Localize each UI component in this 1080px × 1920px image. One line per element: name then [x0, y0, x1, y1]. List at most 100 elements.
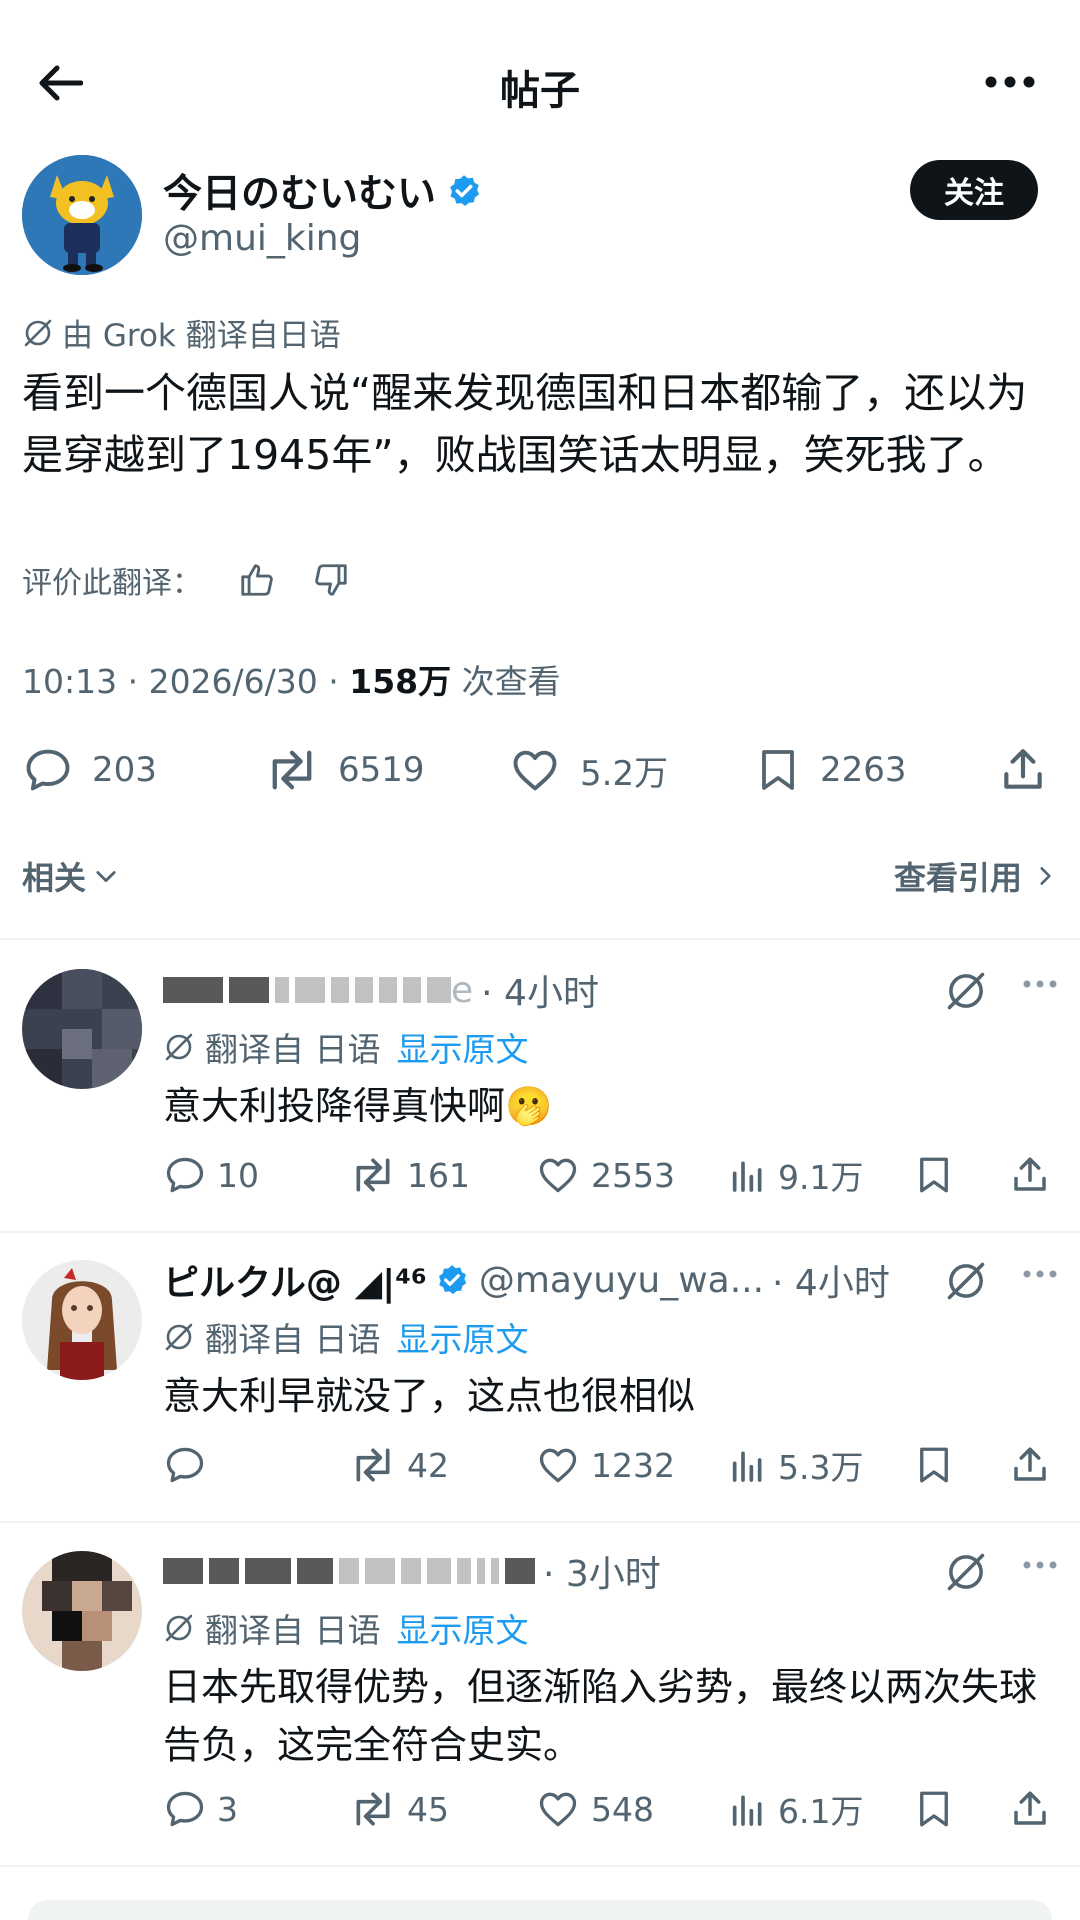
view-quotes-link[interactable]: 查看引用 — [894, 853, 1058, 899]
reply-composer[interactable] — [28, 1900, 1052, 1920]
bookmark-icon — [762, 750, 794, 790]
more-horizontal-icon[interactable] — [1022, 1560, 1058, 1570]
chevron-right-icon — [1040, 867, 1051, 885]
share-icon — [1014, 1791, 1046, 1825]
reply-text: 意大利早就没了，这点也很相似 — [163, 1374, 696, 1418]
post-action-bar: 203 6519 5.2万 2263 — [22, 740, 1058, 800]
like-button[interactable]: 5.2万 — [508, 740, 668, 800]
follow-button[interactable]: 关注 — [910, 160, 1038, 220]
avatar-illustration — [22, 155, 142, 275]
heart-icon — [539, 1792, 577, 1827]
repost-button[interactable]: 6519 — [264, 740, 425, 800]
reply-header: e · 4小时 — [163, 965, 923, 1015]
reply-time: · 3小时 — [543, 1554, 661, 1595]
show-original-link[interactable]: 显示原文 — [397, 1023, 529, 1071]
reply-handle-suffix: e — [451, 969, 474, 1011]
reply-translation-note: 翻译自 日语 显示原文 — [163, 1313, 529, 1361]
bookmark-icon — [920, 1791, 948, 1827]
share-icon — [1014, 1157, 1046, 1191]
bar-chart-icon — [732, 1795, 762, 1826]
divider — [0, 1521, 1080, 1523]
rate-translation-row: 评价此翻译： — [22, 558, 350, 602]
grok-icon[interactable] — [944, 1259, 988, 1303]
bookmark-button[interactable] — [913, 1150, 955, 1200]
author-avatar[interactable] — [22, 155, 142, 275]
repost-icon — [356, 1792, 390, 1826]
reply-translation-note: 翻译自 日语 显示原文 — [163, 1604, 529, 1652]
more-horizontal-icon[interactable] — [1022, 1269, 1058, 1279]
reply-button[interactable]: 10 — [163, 1150, 259, 1200]
grok-icon — [165, 1614, 193, 1642]
thumbs-up-icon[interactable] — [238, 561, 276, 599]
repost-button[interactable]: 45 — [349, 1784, 449, 1834]
views-button[interactable]: 6.1万 — [728, 1784, 863, 1834]
reply-icon — [166, 1791, 204, 1827]
author-name[interactable]: 今日のむいむい — [163, 163, 436, 219]
views-button[interactable]: 9.1万 — [728, 1150, 863, 1200]
author-handle[interactable]: @mui_king — [163, 218, 361, 259]
bookmark-button[interactable]: 2263 — [754, 740, 907, 800]
show-original-link[interactable]: 显示原文 — [397, 1604, 529, 1652]
share-button[interactable] — [1009, 1784, 1051, 1834]
reply-item[interactable]: e · 4小时 翻译自 日语 显示原文 意大利投降得真快啊🫢 10 161 25… — [0, 965, 1080, 1225]
verified-badge-icon — [438, 1265, 466, 1295]
reply-avatar[interactable] — [22, 1260, 142, 1380]
thumbs-down-icon[interactable] — [312, 561, 350, 599]
repost-button[interactable]: 42 — [349, 1440, 449, 1490]
view-label: 次查看 — [451, 662, 561, 701]
reply-avatar[interactable] — [22, 969, 142, 1089]
grok-icon[interactable] — [944, 969, 988, 1013]
anime-girl-avatar — [22, 1260, 142, 1380]
divider — [0, 1865, 1080, 1867]
views-button[interactable]: 5.3万 — [728, 1440, 863, 1490]
post-timestamp: 10:13 · 2026/6/30 · — [22, 662, 350, 701]
bookmark-button[interactable] — [913, 1440, 955, 1490]
grok-icon — [165, 1323, 193, 1351]
views-count: 5.3万 — [778, 1448, 864, 1487]
reply-button[interactable]: 203 — [22, 740, 157, 800]
more-options-button[interactable] — [980, 60, 1040, 104]
share-button[interactable] — [1009, 1440, 1051, 1490]
author-name-row[interactable]: 今日のむいむい — [163, 163, 482, 219]
bar-chart-icon — [732, 1161, 762, 1192]
reply-time: · 4小时 — [481, 973, 599, 1014]
reply-handle[interactable]: @mayuyu_wa... — [479, 1260, 764, 1301]
pixelated-avatar — [22, 1551, 142, 1671]
more-horizontal-icon[interactable] — [1022, 979, 1058, 989]
repost-icon — [272, 750, 312, 790]
post-meta: 10:13 · 2026/6/30 · 158万 次查看 — [22, 655, 561, 703]
reply-button[interactable]: 3 — [163, 1784, 238, 1834]
bookmark-button[interactable] — [913, 1784, 955, 1834]
reply-item[interactable]: · 3小时 翻译自 日语 显示原文 日本先取得优势，但逐渐陷入劣势，最终以两次失… — [0, 1546, 1080, 1876]
related-label: 相关 — [22, 859, 87, 897]
bookmark-icon — [920, 1157, 948, 1193]
reply-button[interactable] — [163, 1440, 217, 1490]
reply-count: 10 — [217, 1155, 259, 1195]
bookmark-count: 2263 — [820, 750, 907, 790]
reply-count: 3 — [217, 1789, 238, 1829]
like-button[interactable]: 1232 — [535, 1440, 675, 1490]
reply-avatar[interactable] — [22, 1551, 142, 1671]
rate-translation-label: 评价此翻译： — [22, 566, 202, 601]
grok-icon[interactable] — [944, 1550, 988, 1594]
reply-item[interactable]: ピルクル@ ◢|⁴⁶ @mayuyu_wa... · 4小时 翻译自 日语 显示… — [0, 1255, 1080, 1515]
bar-chart-icon — [732, 1451, 762, 1482]
share-button[interactable] — [1009, 1150, 1051, 1200]
translation-note: 由 Grok 翻译自日语 — [22, 310, 341, 355]
repost-button[interactable]: 161 — [349, 1150, 470, 1200]
reply-icon — [166, 1157, 204, 1193]
like-button[interactable]: 2553 — [535, 1150, 675, 1200]
divider — [0, 1231, 1080, 1233]
like-button[interactable]: 548 — [535, 1784, 654, 1834]
more-horizontal-icon — [985, 76, 1035, 88]
related-dropdown[interactable]: 相关 — [22, 853, 120, 899]
reply-header: · 3小时 — [163, 1546, 923, 1596]
chevron-down-icon — [96, 871, 116, 883]
reply-author-name[interactable]: ピルクル@ ◢|⁴⁶ — [163, 1254, 427, 1306]
show-original-link[interactable]: 显示原文 — [397, 1313, 529, 1361]
divider — [0, 938, 1080, 940]
repost-icon — [356, 1448, 390, 1482]
share-button[interactable] — [998, 740, 1048, 800]
views-count: 9.1万 — [778, 1158, 864, 1197]
share-icon — [1014, 1447, 1046, 1481]
